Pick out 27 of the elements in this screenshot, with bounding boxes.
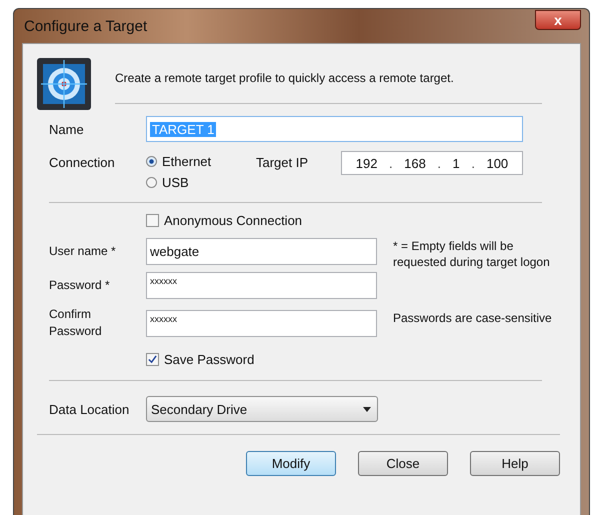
data-location-label: Data Location bbox=[49, 402, 130, 416]
radio-option[interactable]: USB bbox=[146, 175, 256, 190]
target-ip-label: Target IP bbox=[256, 154, 310, 170]
caret-icon bbox=[363, 406, 371, 412]
input-field[interactable]: xxxxxx bbox=[146, 310, 377, 336]
dialog-button[interactable]: Modify bbox=[246, 451, 336, 476]
dialog-button[interactable]: Close bbox=[358, 451, 448, 476]
field-label: Password * bbox=[49, 277, 111, 294]
window-title: Configure a Target bbox=[23, 18, 148, 34]
description-text: Create a remote target profile to quickly access a remote target. bbox=[115, 71, 454, 85]
checkmark-icon bbox=[148, 355, 157, 364]
target-screen-icon bbox=[35, 56, 93, 112]
window-close-button[interactable]: x bbox=[535, 10, 581, 30]
input-field[interactable]: xxxxxx bbox=[146, 272, 377, 299]
save-password-checkbox[interactable]: Save Password bbox=[146, 352, 254, 367]
field-label: Confirm Password bbox=[49, 306, 103, 340]
field-label: User name * bbox=[49, 243, 117, 260]
connection-label: Connection bbox=[49, 154, 116, 170]
note-text: Passwords are case-sensitive bbox=[393, 310, 553, 326]
anonymous-checkbox[interactable]: Anonymous Connection bbox=[146, 213, 302, 228]
ip-address-field[interactable]: 192 . 168 . 1 . 100 bbox=[341, 151, 523, 175]
data-location-dropdown[interactable]: Secondary Drive bbox=[146, 396, 378, 422]
radio-option[interactable]: Ethernet bbox=[146, 154, 256, 169]
note-text: * = Empty fields will be requested during target logon bbox=[393, 238, 551, 270]
input-field[interactable]: webgate bbox=[146, 238, 377, 265]
dialog-button[interactable]: Help bbox=[470, 451, 560, 476]
name-label: Name bbox=[49, 122, 85, 136]
